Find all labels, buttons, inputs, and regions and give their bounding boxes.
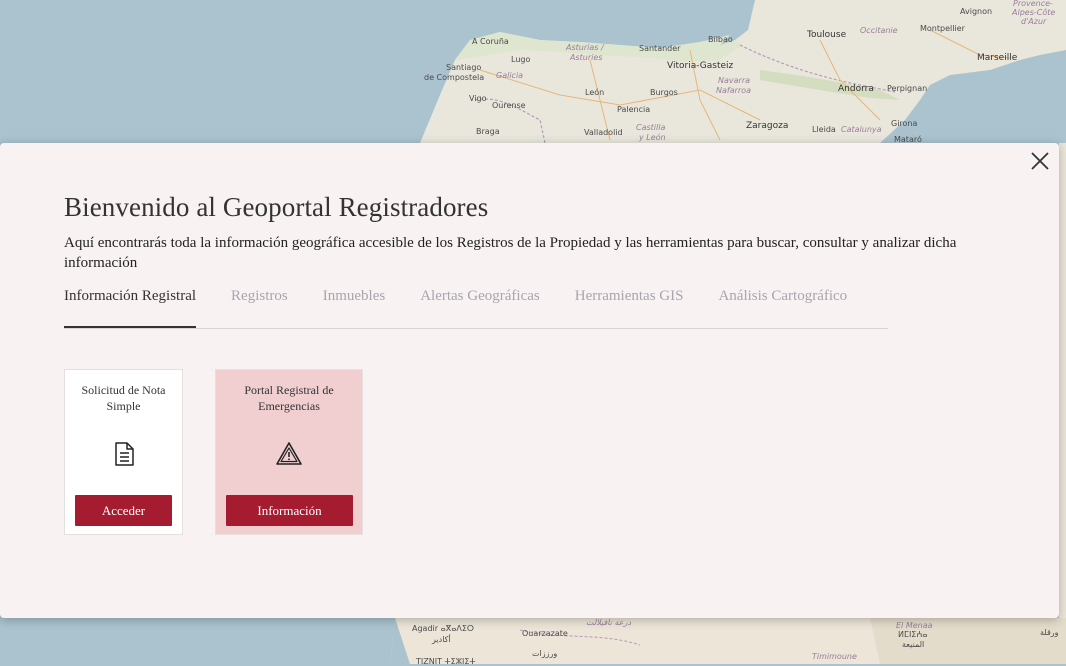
acceder-button[interactable]: Acceder: [75, 495, 172, 526]
map-label-navarra: Navarra: [718, 76, 751, 85]
map-label-palencia: Palencia: [617, 105, 651, 114]
map-label-draa: درعة تافيلالت: [586, 618, 631, 627]
map-label-y-leon: y León: [639, 133, 666, 142]
card-title: Solicitud de Nota Simple: [81, 383, 166, 413]
tab-herramientas-gis[interactable]: Herramientas GIS: [575, 282, 684, 327]
modal-title: Bienvenido al Geoportal Registradores: [64, 192, 489, 222]
map-label-catalunya: Catalunya: [841, 125, 882, 134]
map-label-el-menaa-tif: ⵍⵎⵏⵉⵄⴰ: [898, 630, 928, 639]
map-label-agadir-ar: أكادير: [432, 635, 451, 644]
map-label-nafarroa: Nafarroa: [716, 86, 751, 95]
map-label-lugo: Lugo: [511, 55, 531, 64]
map-label-occitanie: Occitanie: [860, 26, 898, 35]
close-button[interactable]: [1026, 147, 1054, 175]
map-label-asturies: Asturies: [570, 53, 603, 62]
informacion-button[interactable]: Información: [226, 495, 353, 526]
map-label-santander: Santander: [639, 44, 681, 53]
map-label-el-menaa: El Menaa: [896, 621, 933, 630]
tab-inmuebles[interactable]: Inmuebles: [323, 282, 385, 327]
map-label-andorra: Andorra: [838, 84, 874, 94]
map-label-el-menaa-ar: المنيعة: [902, 640, 925, 649]
map-label-provence: Provence-: [1013, 0, 1053, 8]
map-label-ourense: Ourense: [492, 101, 526, 110]
tab-informacion-registral[interactable]: Información Registral: [64, 282, 197, 328]
map-label-ouargla: ورقلة: [1040, 628, 1059, 637]
map-label-dazur: d'Azur: [1021, 17, 1047, 26]
map-label-asturias: Asturias /: [566, 43, 604, 52]
map-label-burgos: Burgos: [650, 88, 678, 97]
map-label-timimoune: Timimoune: [812, 652, 857, 661]
map-label-perpignan: Perpignan: [887, 84, 928, 93]
welcome-modal: Bienvenido al Geoportal Registradores Aq…: [0, 143, 1059, 618]
map-label-santiago: Santiago: [446, 63, 482, 72]
tab-alertas-geograficas[interactable]: Alertas Geográficas: [420, 282, 540, 327]
map-label-valladolid: Valladolid: [584, 128, 623, 137]
modal-subtitle: Aquí encontrarás toda la información geo…: [64, 235, 957, 271]
card-title: Portal Registral de Emergencias: [244, 383, 334, 413]
card-nota-simple: Solicitud de Nota Simple Acceder: [64, 369, 183, 535]
map-label-toulouse: Toulouse: [807, 30, 847, 40]
map-label-de-compostela: de Compostela: [424, 73, 485, 82]
map-label-agadir: Agadir ⴰⴳⴰⴷⵉⵔ: [412, 624, 475, 633]
map-label-montpellier: Montpellier: [920, 24, 965, 33]
tab-analisis-cartografico[interactable]: Análisis Cartográfico: [718, 282, 847, 327]
tab-registros[interactable]: Registros: [231, 282, 288, 327]
map-label-vitoria: Vitoria-Gasteiz: [667, 61, 734, 71]
map-label-girona: Girona: [891, 119, 918, 128]
close-icon: [1031, 152, 1049, 170]
map-label-marseille: Marseille: [977, 53, 1018, 63]
map-label-avignon: Avignon: [960, 7, 993, 16]
tab-bar: Información Registral Registros Inmueble…: [64, 282, 888, 329]
card-portal-emergencias: Portal Registral de Emergencias Informac…: [215, 369, 363, 535]
map-label-vigo: Vigo: [469, 94, 487, 103]
map-label-a-coruna: A Coruña: [472, 37, 509, 46]
warning-icon: [276, 442, 302, 465]
map-label-ouarzazate: Ouarzazate: [522, 629, 568, 638]
map-label-braga: Braga: [476, 127, 500, 136]
map-label-tiznit: TIZNIT ⵜⵉⵣⵏⵉⵜ: [416, 657, 476, 666]
map-label-lleida: Lleida: [812, 125, 836, 134]
map-label-bilbao: Bilbao: [708, 35, 733, 44]
document-icon: [114, 442, 134, 466]
map-label-zaragoza: Zaragoza: [746, 121, 789, 131]
map-label-ouarzazate-ar: ورززات: [532, 649, 558, 658]
map-label-castilla: Castilla: [636, 123, 666, 132]
map-label-galicia: Galicia: [496, 71, 524, 80]
map-label-leon: León: [585, 88, 605, 97]
map-label-alpes: Alpes-Côte: [1012, 8, 1056, 17]
